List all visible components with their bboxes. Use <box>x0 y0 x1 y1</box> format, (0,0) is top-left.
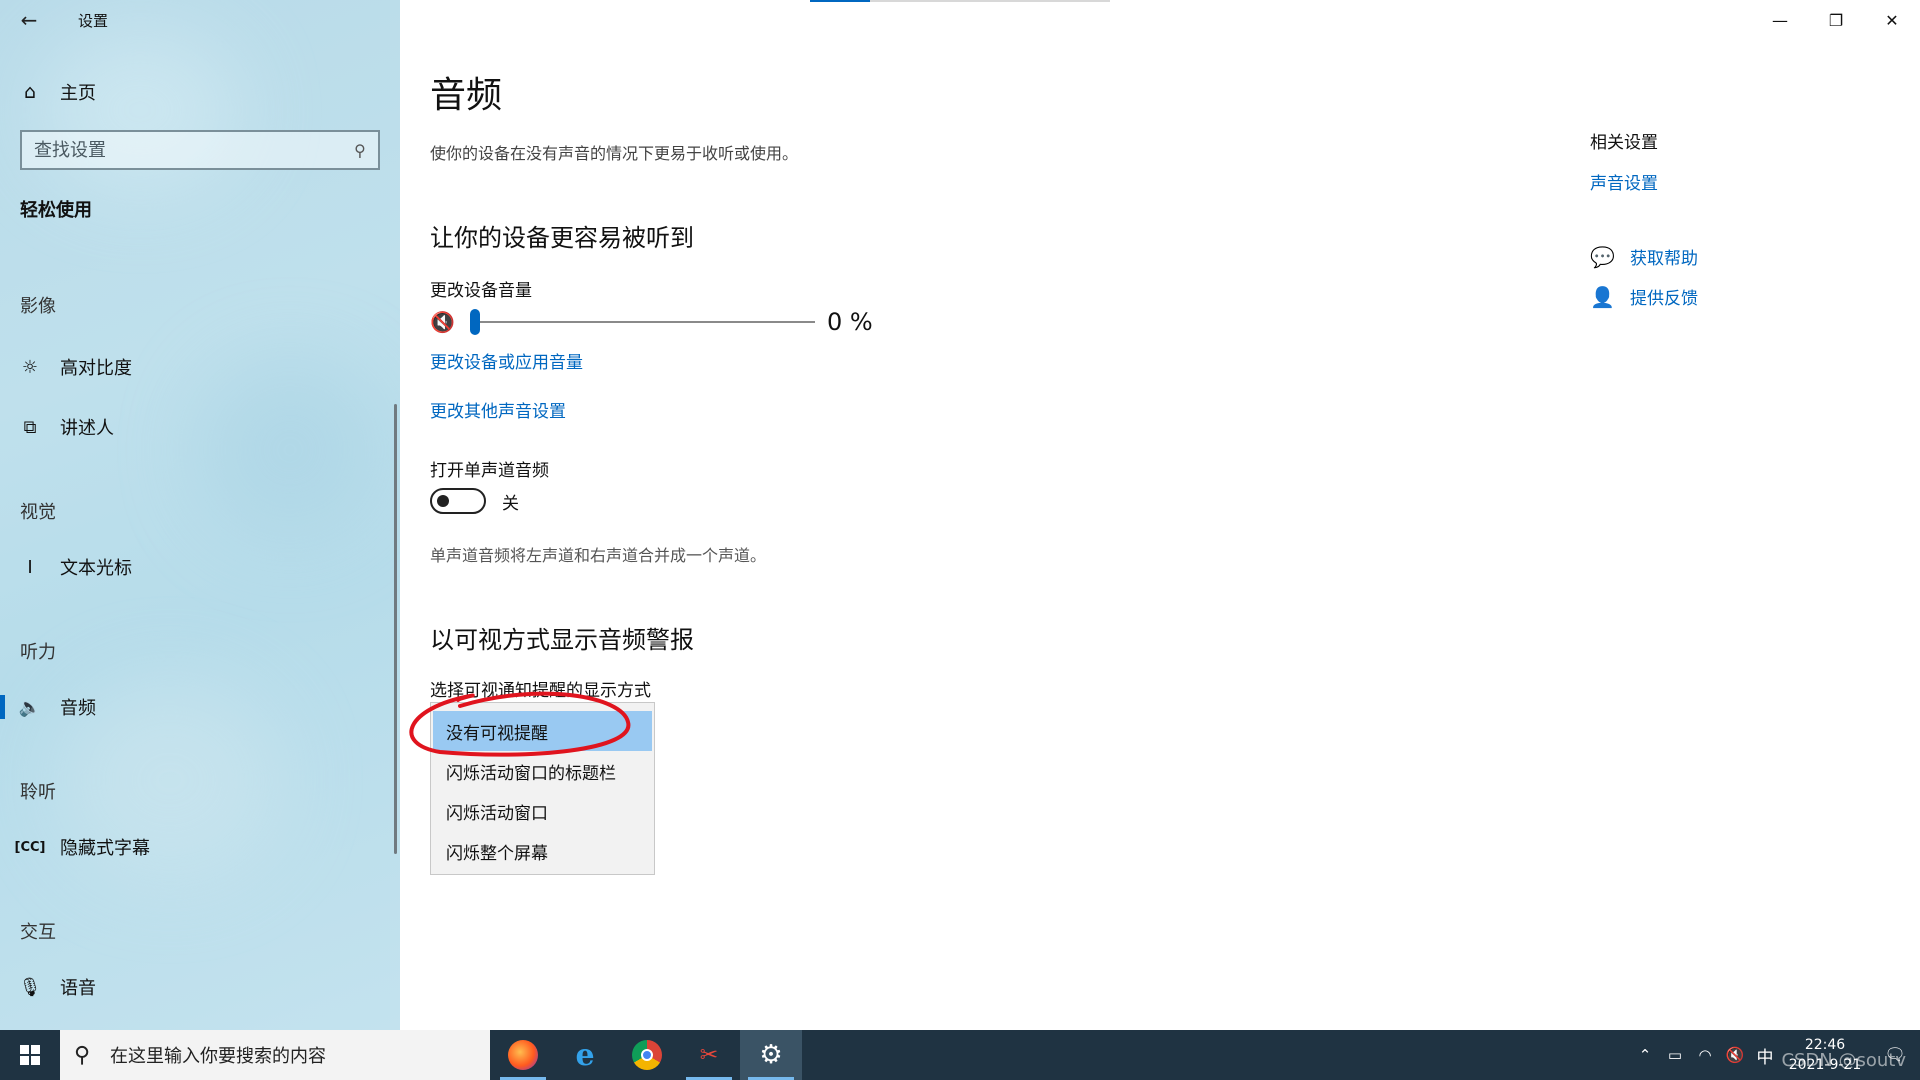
loading-indicator <box>810 0 1110 2</box>
mono-audio-hint: 单声道音频将左声道和右声道合并成一个声道。 <box>430 546 767 565</box>
watermark: CSDN @soutv <box>1781 1050 1906 1071</box>
window-title: 设置 <box>78 11 109 30</box>
sun-icon: ☼ <box>21 356 39 378</box>
sidebar-item-label: 讲述人 <box>60 418 114 439</box>
volume-value: 0 % <box>827 308 873 336</box>
window-controls: — ❐ ✕ <box>1752 0 1920 40</box>
page-description: 使你的设备在没有声音的情况下更易于收听或使用。 <box>430 144 799 163</box>
group-header-vision: 影像 <box>20 296 56 317</box>
volume-muted-icon[interactable]: 🔇 <box>1720 1046 1750 1064</box>
taskbar-app-tool[interactable]: ✂ <box>678 1030 740 1080</box>
back-arrow-icon: ← <box>20 8 38 32</box>
sidebar-section-title: 轻松使用 <box>20 200 92 221</box>
gear-icon: ⚙ <box>759 1040 783 1070</box>
dropdown-option[interactable]: 闪烁活动窗口 <box>433 791 652 831</box>
sidebar-item-closed-captions[interactable]: [CC] 隐藏式字幕 <box>0 825 400 869</box>
taskbar: ⚲ 在这里输入你要搜索的内容 e ✂ ⚙ ⌃ ▭ ◠ 🔇 中 22:46 202… <box>0 1030 1920 1080</box>
narrator-icon: ⧉ <box>23 416 37 438</box>
sidebar-item-label: 隐藏式字幕 <box>60 838 150 859</box>
sound-settings-link[interactable]: 声音设置 <box>1590 169 1658 194</box>
volume-slider[interactable] <box>470 304 815 340</box>
group-header-hearing: 听力 <box>20 642 56 663</box>
other-sound-settings-link[interactable]: 更改其他声音设置 <box>430 397 566 422</box>
windows-logo-icon <box>20 1045 40 1065</box>
feedback-icon: 👤 <box>1590 284 1615 309</box>
settings-search-input[interactable] <box>34 139 355 161</box>
feedback-link[interactable]: 提供反馈 <box>1630 284 1698 309</box>
chevron-up-icon[interactable]: ⌃ <box>1630 1046 1660 1064</box>
sidebar-item-speech[interactable]: 🎙 语音 <box>0 965 400 1009</box>
settings-search-box[interactable]: ⚲ <box>20 130 380 170</box>
taskbar-apps: e ✂ ⚙ <box>492 1030 802 1080</box>
toggle-state-label: 关 <box>502 493 519 514</box>
close-button[interactable]: ✕ <box>1864 0 1920 40</box>
group-header-listening: 聆听 <box>20 782 56 803</box>
muted-speaker-icon[interactable]: 🔇 <box>430 310 470 334</box>
feedback-row[interactable]: 👤 提供反馈 <box>1590 284 1698 310</box>
title-bar: ← 设置 <box>0 0 400 40</box>
sidebar-item-label: 音频 <box>60 698 96 719</box>
dropdown-option[interactable]: 闪烁整个屏幕 <box>433 831 652 871</box>
taskbar-app-settings[interactable]: ⚙ <box>740 1030 802 1080</box>
taskbar-search[interactable]: ⚲ 在这里输入你要搜索的内容 <box>60 1030 490 1080</box>
taskbar-search-placeholder: 在这里输入你要搜索的内容 <box>110 1046 326 1067</box>
page-title: 音频 <box>430 75 503 116</box>
firefox-icon <box>508 1040 538 1070</box>
section-heading-visual-alerts: 以可视方式显示音频警报 <box>430 626 694 654</box>
section-heading-hear: 让你的设备更容易被听到 <box>430 224 694 252</box>
cc-icon: [CC] <box>14 839 46 855</box>
app-icon: ✂ <box>699 1042 719 1068</box>
slider-thumb[interactable] <box>470 309 480 335</box>
get-help-link[interactable]: 获取帮助 <box>1630 244 1698 269</box>
ime-indicator[interactable]: 中 <box>1750 1043 1780 1068</box>
battery-icon[interactable]: ▭ <box>1660 1046 1690 1064</box>
dropdown-option[interactable]: 没有可视提醒 <box>433 711 652 751</box>
sidebar-item-label: 文本光标 <box>60 558 132 579</box>
mono-audio-toggle-row: 关 <box>430 488 519 514</box>
slider-track <box>470 321 815 323</box>
taskbar-app-firefox[interactable] <box>492 1030 554 1080</box>
chrome-icon <box>632 1040 662 1070</box>
volume-row: 🔇 0 % <box>430 304 930 340</box>
sidebar-item-label: 高对比度 <box>60 358 132 379</box>
search-icon[interactable]: ⚲ <box>354 141 366 160</box>
text-cursor-icon: I <box>27 556 33 578</box>
sidebar-item-label: 主页 <box>60 83 96 104</box>
search-icon: ⚲ <box>74 1042 91 1068</box>
related-settings: 相关设置 声音设置 <box>1590 128 1658 194</box>
home-icon: ⌂ <box>23 81 37 103</box>
sidebar: ← 设置 ⌂ 主页 ⚲ 轻松使用 影像 ☼ 高对比度 ⧉ 讲述人 视觉 I 文本… <box>0 0 400 1030</box>
microphone-icon: 🎙 <box>18 976 42 998</box>
visual-alert-dropdown[interactable]: 没有可视提醒 闪烁活动窗口的标题栏 闪烁活动窗口 闪烁整个屏幕 <box>430 702 655 875</box>
mono-audio-label: 打开单声道音频 <box>430 461 549 481</box>
chat-help-icon: 💬 <box>1590 244 1615 269</box>
minimize-button[interactable]: — <box>1752 0 1808 40</box>
get-help-row[interactable]: 💬 获取帮助 <box>1590 244 1698 270</box>
sidebar-item-high-contrast[interactable]: ☼ 高对比度 <box>0 345 400 389</box>
taskbar-app-chrome[interactable] <box>616 1030 678 1080</box>
related-settings-title: 相关设置 <box>1590 133 1658 153</box>
back-button[interactable]: ← <box>0 0 58 40</box>
group-header-visual: 视觉 <box>20 502 56 523</box>
wifi-icon[interactable]: ◠ <box>1690 1046 1720 1064</box>
internet-explorer-icon: e <box>575 1037 595 1073</box>
taskbar-app-ie[interactable]: e <box>554 1030 616 1080</box>
restore-button[interactable]: ❐ <box>1808 0 1864 40</box>
sidebar-scrollbar[interactable] <box>394 404 397 854</box>
mono-audio-toggle[interactable] <box>430 488 486 514</box>
group-header-interaction: 交互 <box>20 922 56 943</box>
speaker-icon: 🔈 <box>18 696 42 718</box>
sidebar-item-audio[interactable]: 🔈 音频 <box>0 685 400 729</box>
sidebar-item-narrator[interactable]: ⧉ 讲述人 <box>0 405 400 449</box>
sidebar-item-text-cursor[interactable]: I 文本光标 <box>0 545 400 589</box>
change-app-volume-link[interactable]: 更改设备或应用音量 <box>430 348 583 373</box>
sidebar-item-label: 语音 <box>60 978 96 999</box>
volume-label: 更改设备音量 <box>430 281 532 301</box>
sidebar-item-home[interactable]: ⌂ 主页 <box>0 72 400 112</box>
start-button[interactable] <box>0 1030 60 1080</box>
main-content: — ❐ ✕ 音频 使你的设备在没有声音的情况下更易于收听或使用。 让你的设备更容… <box>400 0 1920 1030</box>
visual-alert-select-label: 选择可视通知提醒的显示方式 <box>430 681 651 701</box>
dropdown-option[interactable]: 闪烁活动窗口的标题栏 <box>433 751 652 791</box>
